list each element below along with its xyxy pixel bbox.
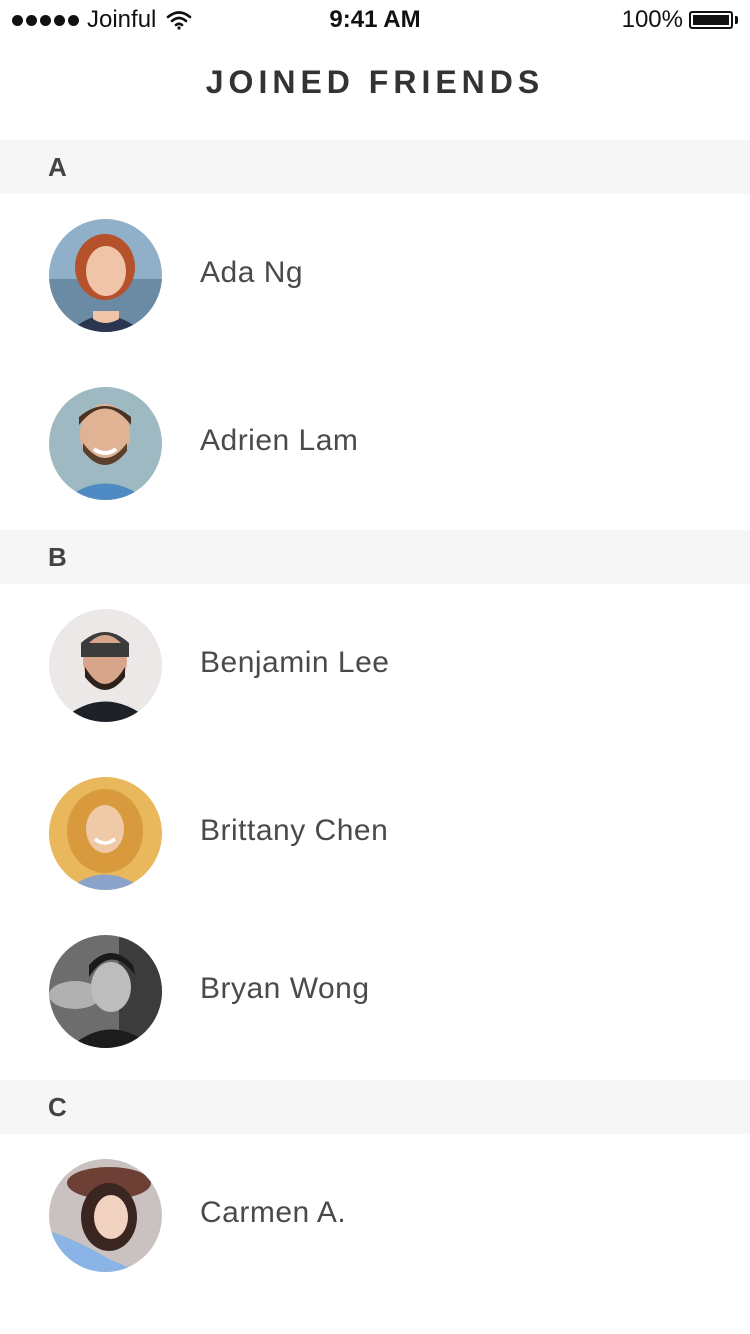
avatar: [49, 609, 162, 722]
friend-row-ada-ng[interactable]: Ada Ng: [0, 206, 750, 346]
section-letter: C: [48, 1092, 67, 1122]
avatar-photo: [49, 609, 162, 722]
friend-name: Bryan Wong: [200, 972, 370, 1005]
friend-row-benjamin-lee[interactable]: Benjamin Lee: [0, 596, 750, 736]
avatar: [49, 219, 162, 332]
battery-nub: [735, 16, 738, 24]
friend-name: Carmen A.: [200, 1196, 347, 1229]
section-header-c: C: [0, 1080, 750, 1134]
friend-row-adrien-lam[interactable]: Adrien Lam: [0, 374, 750, 514]
friend-row-brittany-chen[interactable]: Brittany Chen: [0, 764, 750, 904]
joined-friends-screen: Joinful 9:41 AM 100% JOINED FRIENDS A Ad…: [0, 0, 750, 1334]
section-letter: B: [48, 542, 67, 572]
avatar: [49, 777, 162, 890]
page-title: JOINED FRIENDS: [205, 64, 545, 100]
avatar-photo: [49, 935, 162, 1048]
battery-icon: [689, 11, 733, 29]
status-right: 100%: [622, 6, 738, 34]
avatar-photo: [49, 1159, 162, 1272]
battery-percent: 100%: [621, 6, 683, 33]
status-bar: Joinful 9:41 AM 100%: [0, 0, 750, 40]
avatar: [49, 387, 162, 500]
avatar: [49, 1159, 162, 1272]
friend-name: Adrien Lam: [200, 424, 359, 457]
section-header-a: A: [0, 140, 750, 194]
friend-name: Brittany Chen: [200, 814, 389, 847]
avatar: [49, 935, 162, 1048]
friend-row-bryan-wong[interactable]: Bryan Wong: [0, 922, 750, 1062]
avatar-photo: [49, 387, 162, 500]
friend-row-carmen-a[interactable]: Carmen A.: [0, 1146, 750, 1286]
avatar-photo: [49, 777, 162, 890]
avatar-photo: [49, 219, 162, 332]
section-letter: A: [48, 152, 67, 182]
friend-name: Benjamin Lee: [200, 646, 390, 679]
section-header-b: B: [0, 530, 750, 584]
friend-name: Ada Ng: [200, 256, 304, 289]
